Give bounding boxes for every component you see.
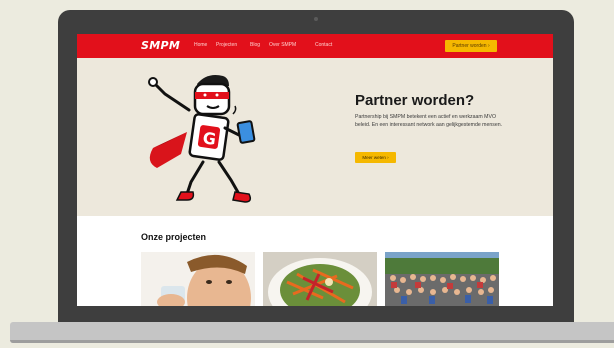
project-photo-child [141, 252, 255, 306]
site-logo[interactable]: SMPM [141, 39, 180, 52]
projects-section: Onze projecten [77, 216, 553, 306]
laptop-base-edge [10, 340, 614, 343]
nav-link-blog[interactable]: Blog [250, 42, 260, 48]
project-card-group-photo[interactable] [385, 252, 499, 306]
project-photo-group [385, 252, 499, 306]
meer-weten-button[interactable]: Meer weten › [355, 152, 396, 163]
projects-title: Onze projecten [141, 232, 207, 242]
svg-text:G: G [202, 128, 218, 149]
partner-worden-button[interactable]: Partner worden › [445, 40, 497, 52]
superhero-mascot-illustration: G [148, 75, 256, 203]
hero-title: Partner worden? [355, 92, 475, 109]
hero-description: Partnership bij SMPM betekent een actief… [355, 114, 503, 128]
nav-link-projecten[interactable]: Projecten [216, 42, 237, 48]
laptop-screen: SMPM Home Projecten Blog Over SMPM Conta… [77, 34, 553, 306]
webcam-icon [314, 17, 318, 21]
project-card-food-plate[interactable] [263, 252, 377, 306]
nav-link-home[interactable]: Home [194, 42, 207, 48]
project-photo-food [263, 252, 377, 306]
nav-link-over-smpm[interactable]: Over SMPM [269, 42, 296, 48]
hero-section: G Partner worden? Partnership bij SMPM b… [77, 58, 553, 216]
site-navbar: SMPM Home Projecten Blog Over SMPM Conta… [77, 34, 553, 58]
project-card-child-drinking-water[interactable] [141, 252, 255, 306]
nav-link-contact[interactable]: Contact [315, 42, 332, 48]
